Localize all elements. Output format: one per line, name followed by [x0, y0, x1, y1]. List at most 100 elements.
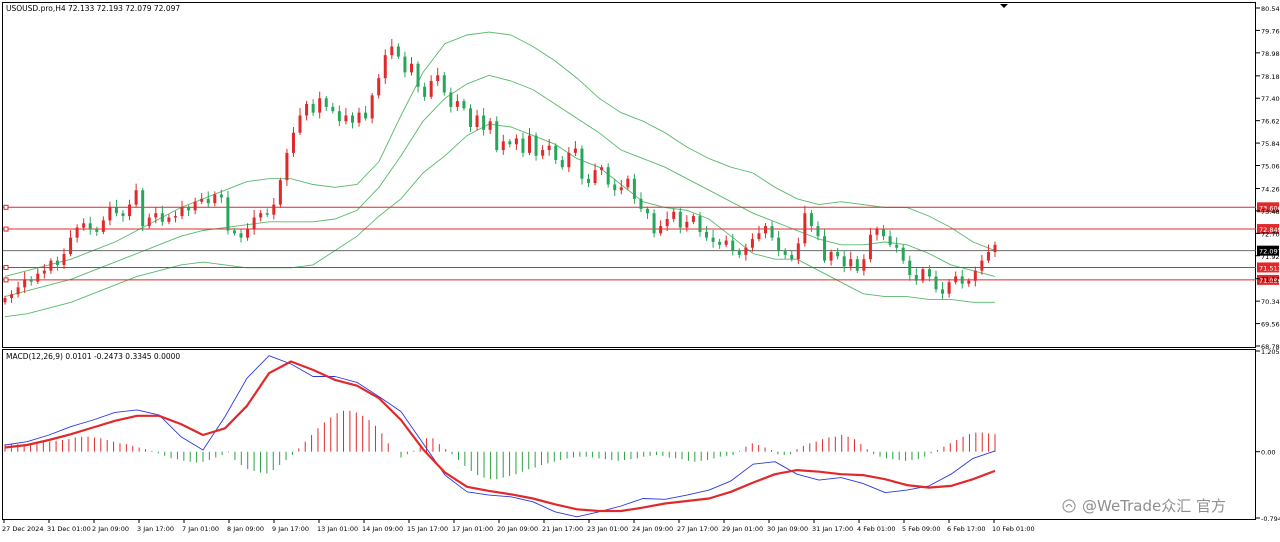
- candle-body: [685, 221, 689, 228]
- x-tick-label: 3 Jan 17:00: [137, 525, 174, 533]
- candle-body: [42, 270, 46, 274]
- candle-body: [816, 226, 820, 237]
- candle-body: [646, 208, 650, 214]
- candle-body: [232, 230, 236, 234]
- chart-canvas[interactable]: 73.60672.84971.51371.08072.097 80.54079.…: [0, 0, 1280, 538]
- candle-body: [587, 178, 591, 184]
- candle-body: [626, 178, 630, 188]
- y-tick-label: 71.120: [1261, 276, 1280, 284]
- candle-body: [95, 229, 99, 232]
- candle-body: [49, 260, 53, 271]
- candle-body: [980, 260, 984, 271]
- candle-body: [652, 213, 656, 234]
- y-tick-label: 69.560: [1261, 321, 1280, 329]
- candle-body: [993, 244, 997, 253]
- candle-body: [141, 190, 145, 227]
- candle-body: [187, 207, 191, 211]
- candle-body: [442, 75, 446, 93]
- level-handle[interactable]: [3, 226, 9, 232]
- y-tick-label: 75.840: [1261, 140, 1280, 148]
- candle-body: [803, 213, 807, 244]
- y-tick-label: 70.340: [1261, 298, 1280, 306]
- candle-body: [101, 220, 105, 232]
- candle-body: [331, 106, 335, 112]
- candle-body: [291, 132, 295, 153]
- candle-body: [10, 294, 14, 299]
- candle-body: [541, 149, 545, 156]
- candle[interactable]: [278, 177, 282, 208]
- x-tick-label: 29 Jan 01:00: [722, 525, 763, 533]
- candle-body: [560, 160, 564, 168]
- candle-body: [764, 226, 768, 234]
- candle-body: [403, 56, 407, 73]
- candle-body: [501, 141, 505, 150]
- candle-body: [226, 197, 230, 231]
- candle-body: [665, 218, 669, 227]
- candle-body: [895, 244, 899, 248]
- watermark-text: @WeTrade众汇 官方: [1082, 497, 1226, 515]
- macd-y-tick-label: -0.7941: [1261, 515, 1280, 523]
- candle-body: [986, 252, 990, 261]
- candle-body: [868, 234, 872, 260]
- candle-body: [960, 276, 964, 284]
- candle-body: [160, 213, 164, 222]
- candle-body: [462, 101, 466, 109]
- candle-body: [554, 145, 558, 161]
- y-tick-label: 72.700: [1261, 230, 1280, 238]
- candle[interactable]: [921, 266, 925, 284]
- candle-body: [580, 148, 584, 179]
- candle-body: [718, 241, 722, 245]
- candle-body: [200, 198, 204, 202]
- macd-y-tick-label: 0.00: [1261, 449, 1275, 457]
- candle-body: [108, 207, 112, 221]
- symbol-info: USOUSD.pro,H4 72.133 72.193 72.079 72.09…: [6, 4, 180, 13]
- x-tick-label: 30 Jan 09:00: [767, 525, 808, 533]
- candle-body: [259, 213, 263, 218]
- candle-body: [285, 152, 289, 181]
- candle-body: [121, 213, 125, 217]
- candle-body: [521, 138, 525, 153]
- candle-body: [364, 112, 368, 119]
- candle[interactable]: [580, 145, 584, 185]
- candle[interactable]: [141, 187, 145, 232]
- trading-chart[interactable]: 73.60672.84971.51371.08072.097 80.54079.…: [0, 0, 1280, 538]
- candle[interactable]: [495, 116, 499, 153]
- level-handle[interactable]: [3, 204, 9, 210]
- candle-body: [836, 252, 840, 257]
- candle-body: [324, 98, 328, 107]
- x-tick-label: 7 Jan 01:00: [182, 525, 219, 533]
- candle-body: [468, 108, 472, 127]
- candle-body: [482, 115, 486, 130]
- candle-body: [534, 135, 538, 156]
- candle-body: [973, 270, 977, 281]
- candle-body: [147, 217, 151, 227]
- candle-body: [167, 217, 171, 222]
- level-handle[interactable]: [3, 277, 9, 283]
- candle-body: [409, 63, 413, 73]
- watermark: @WeTrade众汇 官方: [1062, 497, 1226, 515]
- candle-body: [370, 95, 374, 119]
- candle-body: [82, 223, 86, 228]
- level-handle[interactable]: [3, 264, 9, 270]
- y-tick-label: 80.540: [1261, 5, 1280, 13]
- candle-body: [239, 233, 243, 238]
- candle-body: [698, 216, 702, 232]
- candle-body: [36, 273, 40, 282]
- candle-body: [705, 231, 709, 238]
- candle-body: [337, 111, 341, 122]
- y-tick-label: 73.480: [1261, 208, 1280, 216]
- candle-body: [606, 167, 610, 185]
- candle[interactable]: [442, 72, 446, 96]
- candle-body: [75, 227, 79, 238]
- candle-body: [416, 63, 420, 87]
- x-tick-label: 13 Jan 01:00: [317, 525, 358, 533]
- candle-body: [377, 78, 381, 96]
- y-tick-label: 76.620: [1261, 118, 1280, 126]
- candle[interactable]: [652, 209, 656, 238]
- candle-body: [691, 216, 695, 222]
- candle-body: [862, 259, 866, 271]
- candle-body: [783, 250, 787, 255]
- candle-body: [855, 259, 859, 271]
- candle-body: [265, 213, 269, 215]
- x-tick-label: 23 Jan 01:00: [587, 525, 628, 533]
